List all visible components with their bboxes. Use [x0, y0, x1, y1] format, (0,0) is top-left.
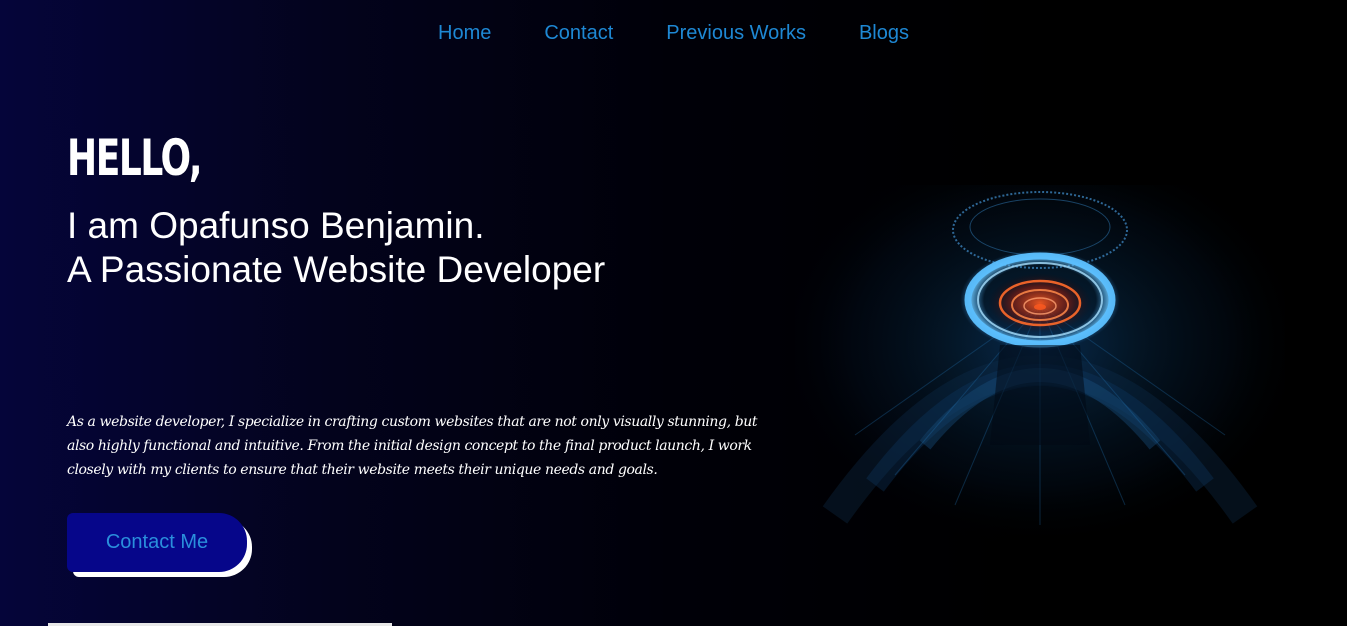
- cta-wrapper: Contact Me: [67, 513, 252, 578]
- hero-greeting: HELLO,: [67, 129, 203, 187]
- nav-link-previous-works[interactable]: Previous Works: [666, 22, 806, 45]
- hero-description: As a website developer, I specialize in …: [67, 414, 758, 478]
- main-nav: Home Contact Previous Works Blogs: [0, 22, 1347, 45]
- hero-role: A Passionate Website Developer: [67, 249, 606, 290]
- tech-portal-graphic: [795, 185, 1285, 560]
- hero-name: I am Opafunso Benjamin.: [67, 205, 485, 246]
- contact-me-button[interactable]: Contact Me: [67, 513, 247, 572]
- nav-link-home[interactable]: Home: [438, 22, 491, 45]
- nav-link-blogs[interactable]: Blogs: [859, 22, 909, 45]
- nav-link-contact[interactable]: Contact: [544, 22, 613, 45]
